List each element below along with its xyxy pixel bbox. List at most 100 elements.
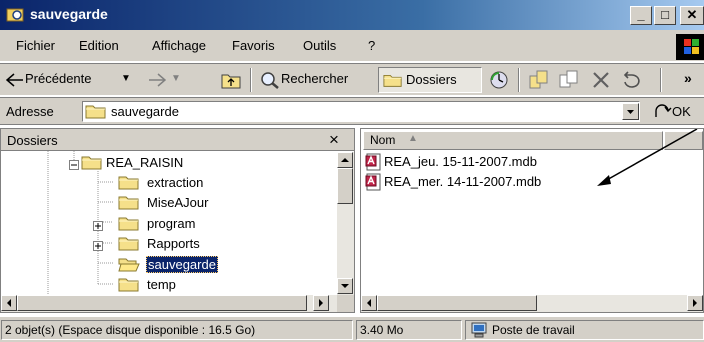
scroll-corner <box>337 295 354 312</box>
scroll-right-button[interactable] <box>687 295 703 311</box>
back-dropdown-icon[interactable]: ▼ <box>121 73 131 84</box>
address-bar: Adresse sauvegarde OK <box>0 97 704 125</box>
search-label: Rechercher <box>281 71 349 86</box>
menu-fichier[interactable]: Fichier <box>16 38 55 53</box>
status-bar: 2 objet(s) (Espace disque disponible : 1… <box>0 316 704 342</box>
menu-edition[interactable]: Edition <box>79 38 119 53</box>
copy-to-button[interactable] <box>558 69 582 91</box>
chevron-down-icon <box>341 284 349 288</box>
search-button[interactable]: Rechercher <box>258 68 374 92</box>
tree-item-label: REA_RAISIN <box>106 155 184 170</box>
sort-ascending-icon: ▲ <box>408 133 418 144</box>
folders-pane-close-button[interactable]: × <box>329 130 339 150</box>
address-label: Adresse <box>6 104 54 119</box>
file-list-pane: Nom ▲ REA_jeu. 15-11-2007.mdb REA_mer. 1… <box>360 128 704 313</box>
folders-pane-title: Dossiers <box>7 133 58 148</box>
folder-open-icon <box>118 256 140 272</box>
chevron-up-icon <box>341 158 349 162</box>
mdb-file-icon <box>365 153 383 171</box>
tree-item-label: program <box>147 216 196 231</box>
folders-pane-header: Dossiers × <box>1 129 354 151</box>
tree-item-label: temp <box>147 277 176 292</box>
folders-vertical-scrollbar[interactable] <box>337 152 354 295</box>
folders-horizontal-scrollbar[interactable] <box>1 295 337 312</box>
status-zone: Poste de travail <box>465 320 704 340</box>
computer-icon <box>471 322 487 338</box>
toolbar-overflow-button[interactable]: » <box>684 70 692 86</box>
move-to-button[interactable] <box>528 69 552 91</box>
folder-icon <box>81 154 103 170</box>
folder-icon <box>118 215 140 231</box>
tree-item-label-selected: sauvegarde <box>146 256 218 273</box>
windows-logo-icon <box>676 34 704 60</box>
chevron-right-icon <box>693 299 697 307</box>
chevron-left-icon <box>367 299 371 307</box>
scroll-thumb[interactable] <box>337 168 353 204</box>
menu-favoris[interactable]: Favoris <box>232 38 275 53</box>
go-icon <box>655 104 672 117</box>
chevron-left-icon <box>7 299 11 307</box>
undo-icon <box>623 71 640 88</box>
chevron-down-icon <box>627 110 634 114</box>
minimize-button[interactable]: _ <box>630 6 652 25</box>
menu-affichage[interactable]: Affichage <box>152 38 206 53</box>
go-label: OK <box>672 104 691 119</box>
folders-pane: Dossiers × REA_RAISIN extraction MiseAJo… <box>0 128 355 313</box>
menu-outils[interactable]: Outils <box>303 38 336 53</box>
column-header-label: Nom <box>370 133 396 147</box>
search-icon <box>261 72 279 89</box>
toolbar-separator <box>660 68 662 92</box>
menu-help[interactable]: ? <box>368 38 375 53</box>
folder-window-icon <box>6 8 24 22</box>
folders-label: Dossiers <box>406 72 457 87</box>
back-button[interactable]: Précédente ▼ <box>4 68 144 92</box>
folder-icon <box>118 276 140 292</box>
history-icon <box>490 71 508 89</box>
window-title: sauvegarde <box>30 6 108 22</box>
address-field[interactable]: sauvegarde <box>82 101 640 122</box>
status-size: 3.40 Mo <box>356 320 462 340</box>
address-dropdown-button[interactable] <box>622 103 639 120</box>
folder-icon <box>118 174 140 190</box>
menu-bar: Fichier Edition Affichage Favoris Outils… <box>0 30 704 62</box>
copy-icon <box>559 70 578 88</box>
scroll-thumb[interactable] <box>17 295 307 311</box>
forward-arrow-icon <box>149 73 166 87</box>
scroll-thumb[interactable] <box>377 295 537 311</box>
scroll-up-button[interactable] <box>337 152 353 168</box>
tree-item-label: MiseAJour <box>147 195 209 210</box>
scroll-right-button[interactable] <box>313 295 329 311</box>
forward-dropdown-icon[interactable]: ▼ <box>171 73 181 84</box>
tree-expander-expand[interactable] <box>93 239 103 254</box>
go-button[interactable]: OK <box>650 101 704 122</box>
toolbar: Précédente ▼ ▼ Rechercher Dossiers » <box>0 63 704 96</box>
maximize-button[interactable]: □ <box>654 6 676 25</box>
back-arrow-icon <box>6 73 23 87</box>
undo-button[interactable] <box>620 69 644 91</box>
tree-expander-collapse[interactable] <box>69 158 79 173</box>
toolbar-separator <box>518 68 520 92</box>
up-folder-icon <box>221 74 241 89</box>
status-objects: 2 objet(s) (Espace disque disponible : 1… <box>1 320 353 340</box>
folder-icon <box>118 194 140 210</box>
tree-item-label: extraction <box>147 175 204 190</box>
close-button[interactable]: ✕ <box>680 6 704 25</box>
move-icon <box>529 70 548 89</box>
tree-expander-expand[interactable] <box>93 219 103 234</box>
delete-button[interactable] <box>590 69 612 91</box>
scroll-down-button[interactable] <box>337 278 353 294</box>
scroll-left-button[interactable] <box>361 295 377 311</box>
file-name: REA_mer. 14-11-2007.mdb <box>384 174 542 189</box>
toolbar-separator <box>250 68 252 92</box>
files-horizontal-scrollbar[interactable] <box>361 295 703 312</box>
annotation-arrow <box>597 129 698 186</box>
up-folder-button[interactable] <box>219 68 243 92</box>
forward-button[interactable]: ▼ <box>144 68 190 92</box>
history-button[interactable] <box>488 69 512 91</box>
chevron-right-icon <box>319 299 323 307</box>
back-label: Précédente <box>25 71 92 86</box>
folders-button[interactable]: Dossiers <box>378 67 482 93</box>
title-bar[interactable]: sauvegarde _ □ ✕ <box>0 0 704 30</box>
folders-icon <box>383 72 403 88</box>
scroll-left-button[interactable] <box>1 295 17 311</box>
